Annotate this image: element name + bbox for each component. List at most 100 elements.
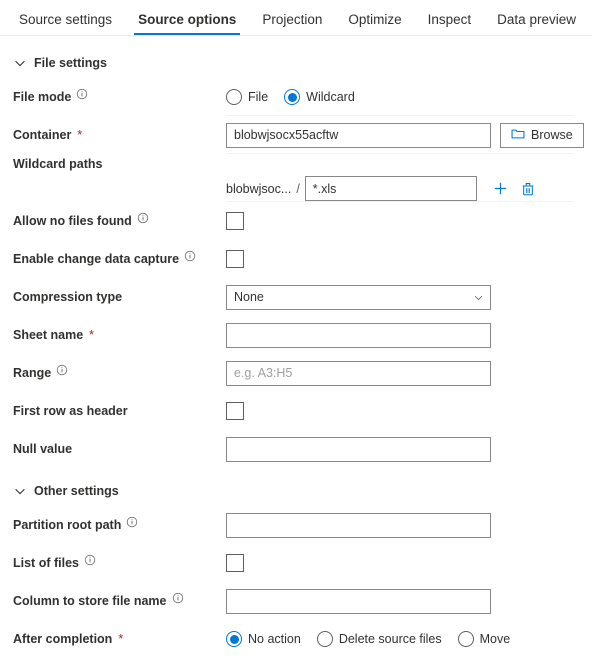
- column-to-store-file-name-input[interactable]: [226, 588, 491, 614]
- row-list-of-files: List of files: [0, 544, 592, 582]
- control-enable-change-data-capture: [226, 250, 592, 268]
- info-icon[interactable]: [137, 212, 149, 224]
- row-column-to-store-file-name: Column to store file name: [0, 582, 592, 620]
- label-range: Range: [0, 364, 226, 380]
- radio-dot: [226, 631, 242, 647]
- container-input[interactable]: [226, 122, 491, 148]
- browse-button[interactable]: Browse: [500, 122, 584, 148]
- label-container: Container *: [0, 128, 226, 142]
- control-wildcard-paths: blobwjsoc... /: [226, 154, 592, 201]
- label-container-text: Container: [13, 128, 72, 142]
- label-compression-type-text: Compression type: [13, 290, 123, 304]
- required-asterisk: *: [77, 128, 83, 142]
- label-column-to-store-file-name: Column to store file name: [0, 592, 226, 608]
- label-after-completion: After completion *: [0, 632, 226, 646]
- label-sheet-name-text: Sheet name: [13, 328, 84, 342]
- label-list-of-files-text: List of files: [13, 556, 79, 570]
- row-range: Range: [0, 354, 592, 392]
- radio-after-completion-move[interactable]: Move: [457, 631, 511, 647]
- control-compression-type: None: [226, 284, 592, 310]
- chevron-down-icon: [13, 484, 27, 498]
- list-of-files-checkbox[interactable]: [226, 554, 244, 572]
- section-header-file-settings[interactable]: File settings: [0, 48, 592, 78]
- wildcard-path-input[interactable]: [304, 176, 477, 201]
- label-allow-no-files-found: Allow no files found: [0, 212, 226, 228]
- null-value-input[interactable]: [226, 436, 491, 462]
- control-container: Browse: [226, 122, 592, 148]
- tab-data-preview[interactable]: Data preview: [484, 12, 589, 36]
- allow-no-files-found-checkbox[interactable]: [226, 212, 244, 230]
- radio-dot: [316, 631, 333, 647]
- row-first-row-as-header: First row as header: [0, 392, 592, 430]
- radio-file-mode-wildcard[interactable]: Wildcard: [284, 89, 355, 105]
- control-sheet-name: [226, 322, 592, 348]
- row-enable-change-data-capture: Enable change data capture: [0, 240, 592, 278]
- partition-root-path-input[interactable]: [226, 512, 491, 538]
- label-partition-root-path-text: Partition root path: [13, 518, 122, 532]
- label-partition-root-path: Partition root path: [0, 516, 226, 532]
- label-column-to-store-file-name-text: Column to store file name: [13, 594, 167, 608]
- info-icon[interactable]: [56, 364, 68, 376]
- compression-type-select[interactable]: None: [226, 284, 491, 310]
- compression-type-value: None: [226, 284, 491, 310]
- info-icon[interactable]: [84, 554, 96, 566]
- radio-dot: [284, 89, 301, 105]
- control-partition-root-path: [226, 512, 592, 538]
- tab-bar: Source settings Source options Projectio…: [0, 0, 592, 36]
- radio-dot: [457, 631, 474, 647]
- required-asterisk: *: [89, 328, 95, 342]
- plus-icon[interactable]: [491, 179, 511, 199]
- chevron-down-icon: [13, 56, 27, 70]
- label-first-row-as-header-text: First row as header: [13, 404, 128, 418]
- tab-projection[interactable]: Projection: [249, 12, 335, 36]
- radio-label: Move: [479, 632, 511, 646]
- trash-icon[interactable]: [518, 179, 538, 199]
- section-title-other-settings: Other settings: [34, 484, 119, 498]
- radio-after-completion-no-action[interactable]: No action: [226, 631, 301, 647]
- row-allow-no-files-found: Allow no files found: [0, 202, 592, 240]
- radio-after-completion-delete-source-files[interactable]: Delete source files: [316, 631, 442, 647]
- radio-file-mode-file[interactable]: File: [226, 89, 268, 105]
- radio-label: File: [248, 90, 269, 104]
- radio-group-file-mode: File Wildcard: [226, 89, 371, 105]
- sheet-name-input[interactable]: [226, 322, 491, 348]
- label-enable-change-data-capture-text: Enable change data capture: [13, 252, 180, 266]
- label-first-row-as-header: First row as header: [0, 404, 226, 418]
- wildcard-path-slash: /: [296, 181, 300, 196]
- tab-inspect[interactable]: Inspect: [415, 12, 485, 36]
- first-row-as-header-checkbox[interactable]: [226, 402, 244, 420]
- info-icon[interactable]: [172, 592, 184, 604]
- required-asterisk: *: [118, 632, 124, 646]
- range-input[interactable]: [226, 360, 491, 386]
- tab-source-options[interactable]: Source options: [125, 12, 249, 36]
- row-file-mode: File mode File Wildcard: [0, 78, 592, 116]
- source-options-form: File settings File mode File Wildcard Co…: [0, 48, 592, 658]
- section-header-other-settings[interactable]: Other settings: [0, 476, 592, 506]
- row-partition-root-path: Partition root path: [0, 506, 592, 544]
- enable-change-data-capture-checkbox[interactable]: [226, 250, 244, 268]
- info-icon[interactable]: [76, 88, 88, 100]
- section-title-file-settings: File settings: [34, 56, 107, 70]
- label-null-value: Null value: [0, 442, 226, 456]
- label-null-value-text: Null value: [13, 442, 73, 456]
- radio-label: Delete source files: [338, 632, 442, 646]
- tab-source-settings[interactable]: Source settings: [6, 12, 125, 36]
- label-file-mode: File mode: [0, 88, 226, 104]
- row-after-completion: After completion * No action Delete sour…: [0, 620, 592, 658]
- control-after-completion: No action Delete source files Move: [226, 631, 592, 647]
- row-sheet-name: Sheet name *: [0, 316, 592, 354]
- row-wildcard-paths: Wildcard paths blobwjsoc... /: [0, 154, 592, 202]
- info-icon[interactable]: [126, 516, 138, 528]
- control-allow-no-files-found: [226, 212, 592, 230]
- label-wildcard-paths: Wildcard paths: [0, 154, 226, 171]
- row-null-value: Null value: [0, 430, 592, 468]
- tab-optimize[interactable]: Optimize: [335, 12, 414, 36]
- control-column-to-store-file-name: [226, 588, 592, 614]
- control-first-row-as-header: [226, 402, 592, 420]
- radio-group-after-completion: No action Delete source files Move: [226, 631, 526, 647]
- radio-label: Wildcard: [306, 90, 355, 104]
- info-icon[interactable]: [184, 250, 196, 262]
- row-compression-type: Compression type None: [0, 278, 592, 316]
- folder-icon: [511, 127, 525, 144]
- control-file-mode: File Wildcard: [226, 89, 592, 105]
